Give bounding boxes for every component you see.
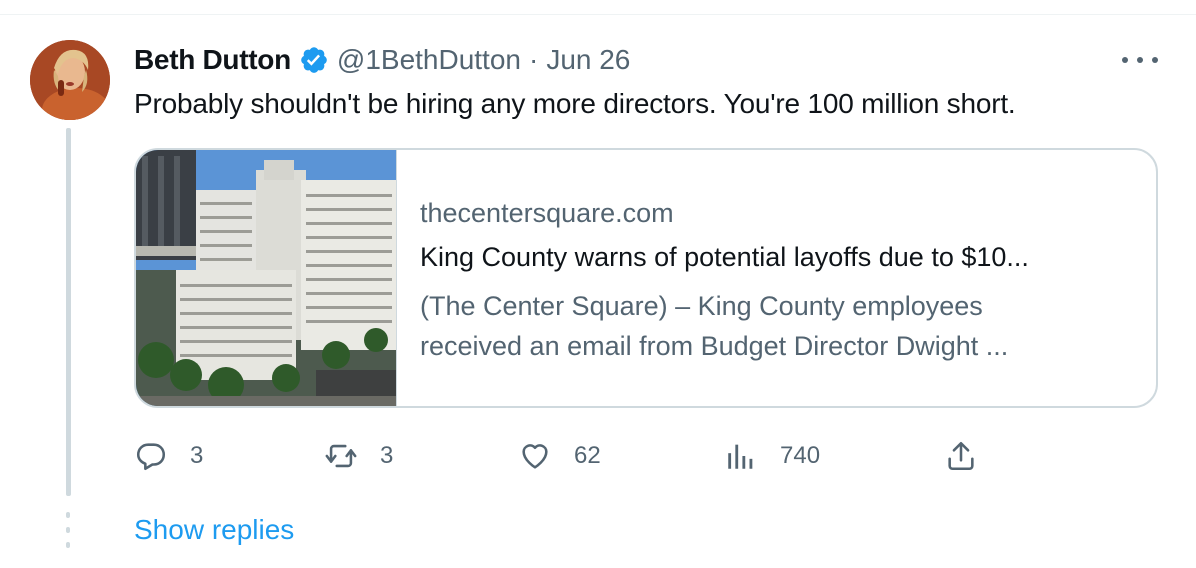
verified-badge-icon[interactable]: [299, 45, 329, 75]
thread-dots: [66, 512, 71, 552]
link-preview-card[interactable]: thecentersquare.com King County warns of…: [134, 148, 1158, 408]
reply-icon: [136, 443, 166, 471]
link-description-line-2: received an email from Budget Director D…: [420, 331, 1009, 361]
tweet-text: Probably shouldn't be hiring any more di…: [134, 88, 1016, 119]
header-separator: ·: [528, 44, 539, 75]
display-name[interactable]: Beth Dutton: [134, 44, 291, 76]
share-upload-icon: [948, 441, 974, 471]
thread-line: [66, 128, 71, 496]
tweet-thread: Beth Dutton @1BethDutton · Jun 26 Probab…: [0, 0, 1196, 568]
retweet-count: 3: [380, 442, 394, 469]
views-button[interactable]: 740: [724, 438, 820, 474]
retweet-icon: [325, 444, 357, 468]
link-domain: thecentersquare.com: [420, 198, 674, 228]
show-replies-link[interactable]: Show replies: [134, 514, 294, 546]
like-button[interactable]: 62: [518, 438, 601, 474]
retweet-button[interactable]: 3: [324, 438, 393, 474]
link-title: King County warns of potential layoffs d…: [420, 242, 1029, 272]
like-count: 62: [574, 442, 601, 469]
link-description: (The Center Square) – King County employ…: [420, 286, 1140, 366]
heart-icon: [522, 444, 548, 469]
link-preview-image[interactable]: [136, 150, 397, 406]
link-description-line-1: (The Center Square) – King County employ…: [420, 291, 983, 321]
avatar-image: [30, 40, 110, 120]
views-bar-chart-icon: [728, 444, 753, 469]
view-count: 740: [780, 442, 821, 469]
reply-button[interactable]: 3: [134, 438, 203, 474]
avatar[interactable]: [30, 40, 110, 120]
reply-count: 3: [190, 442, 204, 469]
more-options-icon[interactable]: [1122, 48, 1158, 72]
share-button[interactable]: [944, 438, 978, 474]
tweet-date[interactable]: Jun 26: [546, 44, 630, 76]
user-handle[interactable]: @1BethDutton: [337, 44, 521, 76]
top-divider: [0, 14, 1196, 15]
tweet-header: Beth Dutton @1BethDutton · Jun 26: [134, 42, 630, 78]
